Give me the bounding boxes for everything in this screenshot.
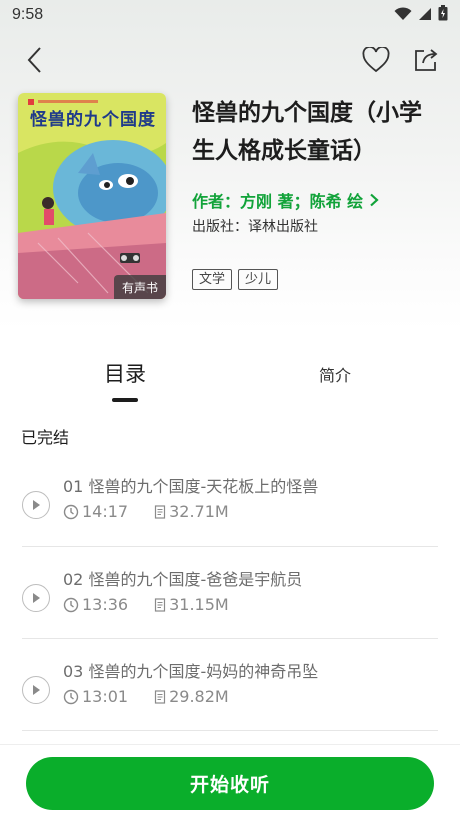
book-title: 怪兽的九个国度（小学生人格成长童话） bbox=[192, 100, 422, 164]
chapter-meta: 13:36 31.15M bbox=[63, 595, 229, 614]
status-icons bbox=[394, 5, 448, 25]
chapter-duration: 13:36 bbox=[63, 595, 128, 614]
publisher-label: 出版社： bbox=[192, 219, 248, 235]
heart-icon bbox=[362, 47, 390, 73]
chapter-duration: 13:01 bbox=[63, 687, 128, 706]
chapter-item[interactable]: 01 怪兽的九个国度-天花板上的怪兽 14:17 32.71M bbox=[20, 473, 440, 565]
completion-status: 已完结 bbox=[21, 428, 70, 447]
tab-introduction[interactable]: 简介 bbox=[300, 362, 370, 386]
status-bar: 9:58 bbox=[0, 0, 460, 30]
book-cover[interactable]: 怪兽的九个国度 有声书 bbox=[18, 93, 166, 299]
play-button[interactable] bbox=[22, 676, 50, 704]
chapter-meta: 14:17 32.71M bbox=[63, 502, 229, 521]
publisher-name: 译林出版社 bbox=[248, 219, 318, 235]
play-icon bbox=[33, 685, 40, 695]
play-icon bbox=[33, 593, 40, 603]
battery-icon bbox=[438, 5, 448, 25]
cover-title: 怪兽的九个国度 bbox=[30, 110, 156, 130]
audiobook-badge: 有声书 bbox=[114, 275, 166, 299]
chapter-size: 32.71M bbox=[154, 502, 229, 521]
bottom-action-bar: 开始收听 bbox=[0, 744, 460, 818]
tag-literature[interactable]: 文学 bbox=[192, 269, 233, 290]
chapter-title: 01 怪兽的九个国度-天花板上的怪兽 bbox=[63, 477, 319, 496]
top-navigation bbox=[0, 40, 460, 80]
size-text: 32.71M bbox=[169, 502, 229, 521]
chapter-title: 03 怪兽的九个国度-妈妈的神奇吊坠 bbox=[63, 662, 319, 681]
chapter-item[interactable]: 02 怪兽的九个国度-爸爸是宇航员 13:36 31.15M bbox=[20, 566, 440, 658]
play-button[interactable] bbox=[22, 584, 50, 612]
start-listening-button[interactable]: 开始收听 bbox=[26, 757, 434, 810]
chapter-item[interactable]: 03 怪兽的九个国度-妈妈的神奇吊坠 13:01 29.82M bbox=[20, 658, 440, 750]
active-tab-indicator bbox=[112, 398, 138, 402]
chevron-right-icon bbox=[370, 193, 379, 207]
chapter-duration: 14:17 bbox=[63, 502, 128, 521]
play-button[interactable] bbox=[22, 491, 50, 519]
clock-icon bbox=[63, 504, 79, 519]
tab-catalog[interactable]: 目录 bbox=[90, 358, 160, 388]
tag-list: 文学 少儿 bbox=[192, 269, 279, 290]
signal-icon bbox=[418, 6, 432, 25]
file-icon bbox=[155, 504, 166, 519]
play-icon bbox=[33, 500, 40, 510]
chapter-size: 31.15M bbox=[154, 595, 229, 614]
duration-text: 13:01 bbox=[82, 687, 129, 706]
tag-children[interactable]: 少儿 bbox=[238, 269, 279, 290]
chapter-title: 02 怪兽的九个国度-爸爸是宇航员 bbox=[63, 570, 303, 589]
file-icon bbox=[155, 597, 166, 612]
tab-bar: 目录 简介 bbox=[0, 350, 460, 404]
size-text: 29.82M bbox=[169, 687, 229, 706]
chapter-size: 29.82M bbox=[154, 687, 229, 706]
chapter-meta: 13:01 29.82M bbox=[63, 687, 229, 706]
wifi-icon bbox=[394, 6, 412, 25]
favorite-button[interactable] bbox=[360, 42, 392, 78]
share-button[interactable] bbox=[410, 42, 442, 78]
divider bbox=[22, 546, 438, 547]
author-link[interactable]: 作者：方刚 著；陈希 绘 bbox=[192, 188, 379, 212]
clock-icon bbox=[63, 597, 79, 612]
share-icon bbox=[415, 49, 438, 71]
clock-icon bbox=[63, 689, 79, 704]
status-time: 9:58 bbox=[12, 6, 44, 23]
back-icon bbox=[27, 47, 41, 73]
divider bbox=[22, 730, 438, 731]
divider bbox=[22, 638, 438, 639]
duration-text: 14:17 bbox=[82, 502, 129, 521]
back-button[interactable] bbox=[18, 42, 50, 78]
publisher: 出版社： 译林出版社 bbox=[192, 216, 318, 236]
author-text: 作者：方刚 著；陈希 绘 bbox=[192, 192, 364, 211]
duration-text: 13:36 bbox=[82, 595, 129, 614]
size-text: 31.15M bbox=[169, 595, 229, 614]
file-icon bbox=[155, 689, 166, 704]
